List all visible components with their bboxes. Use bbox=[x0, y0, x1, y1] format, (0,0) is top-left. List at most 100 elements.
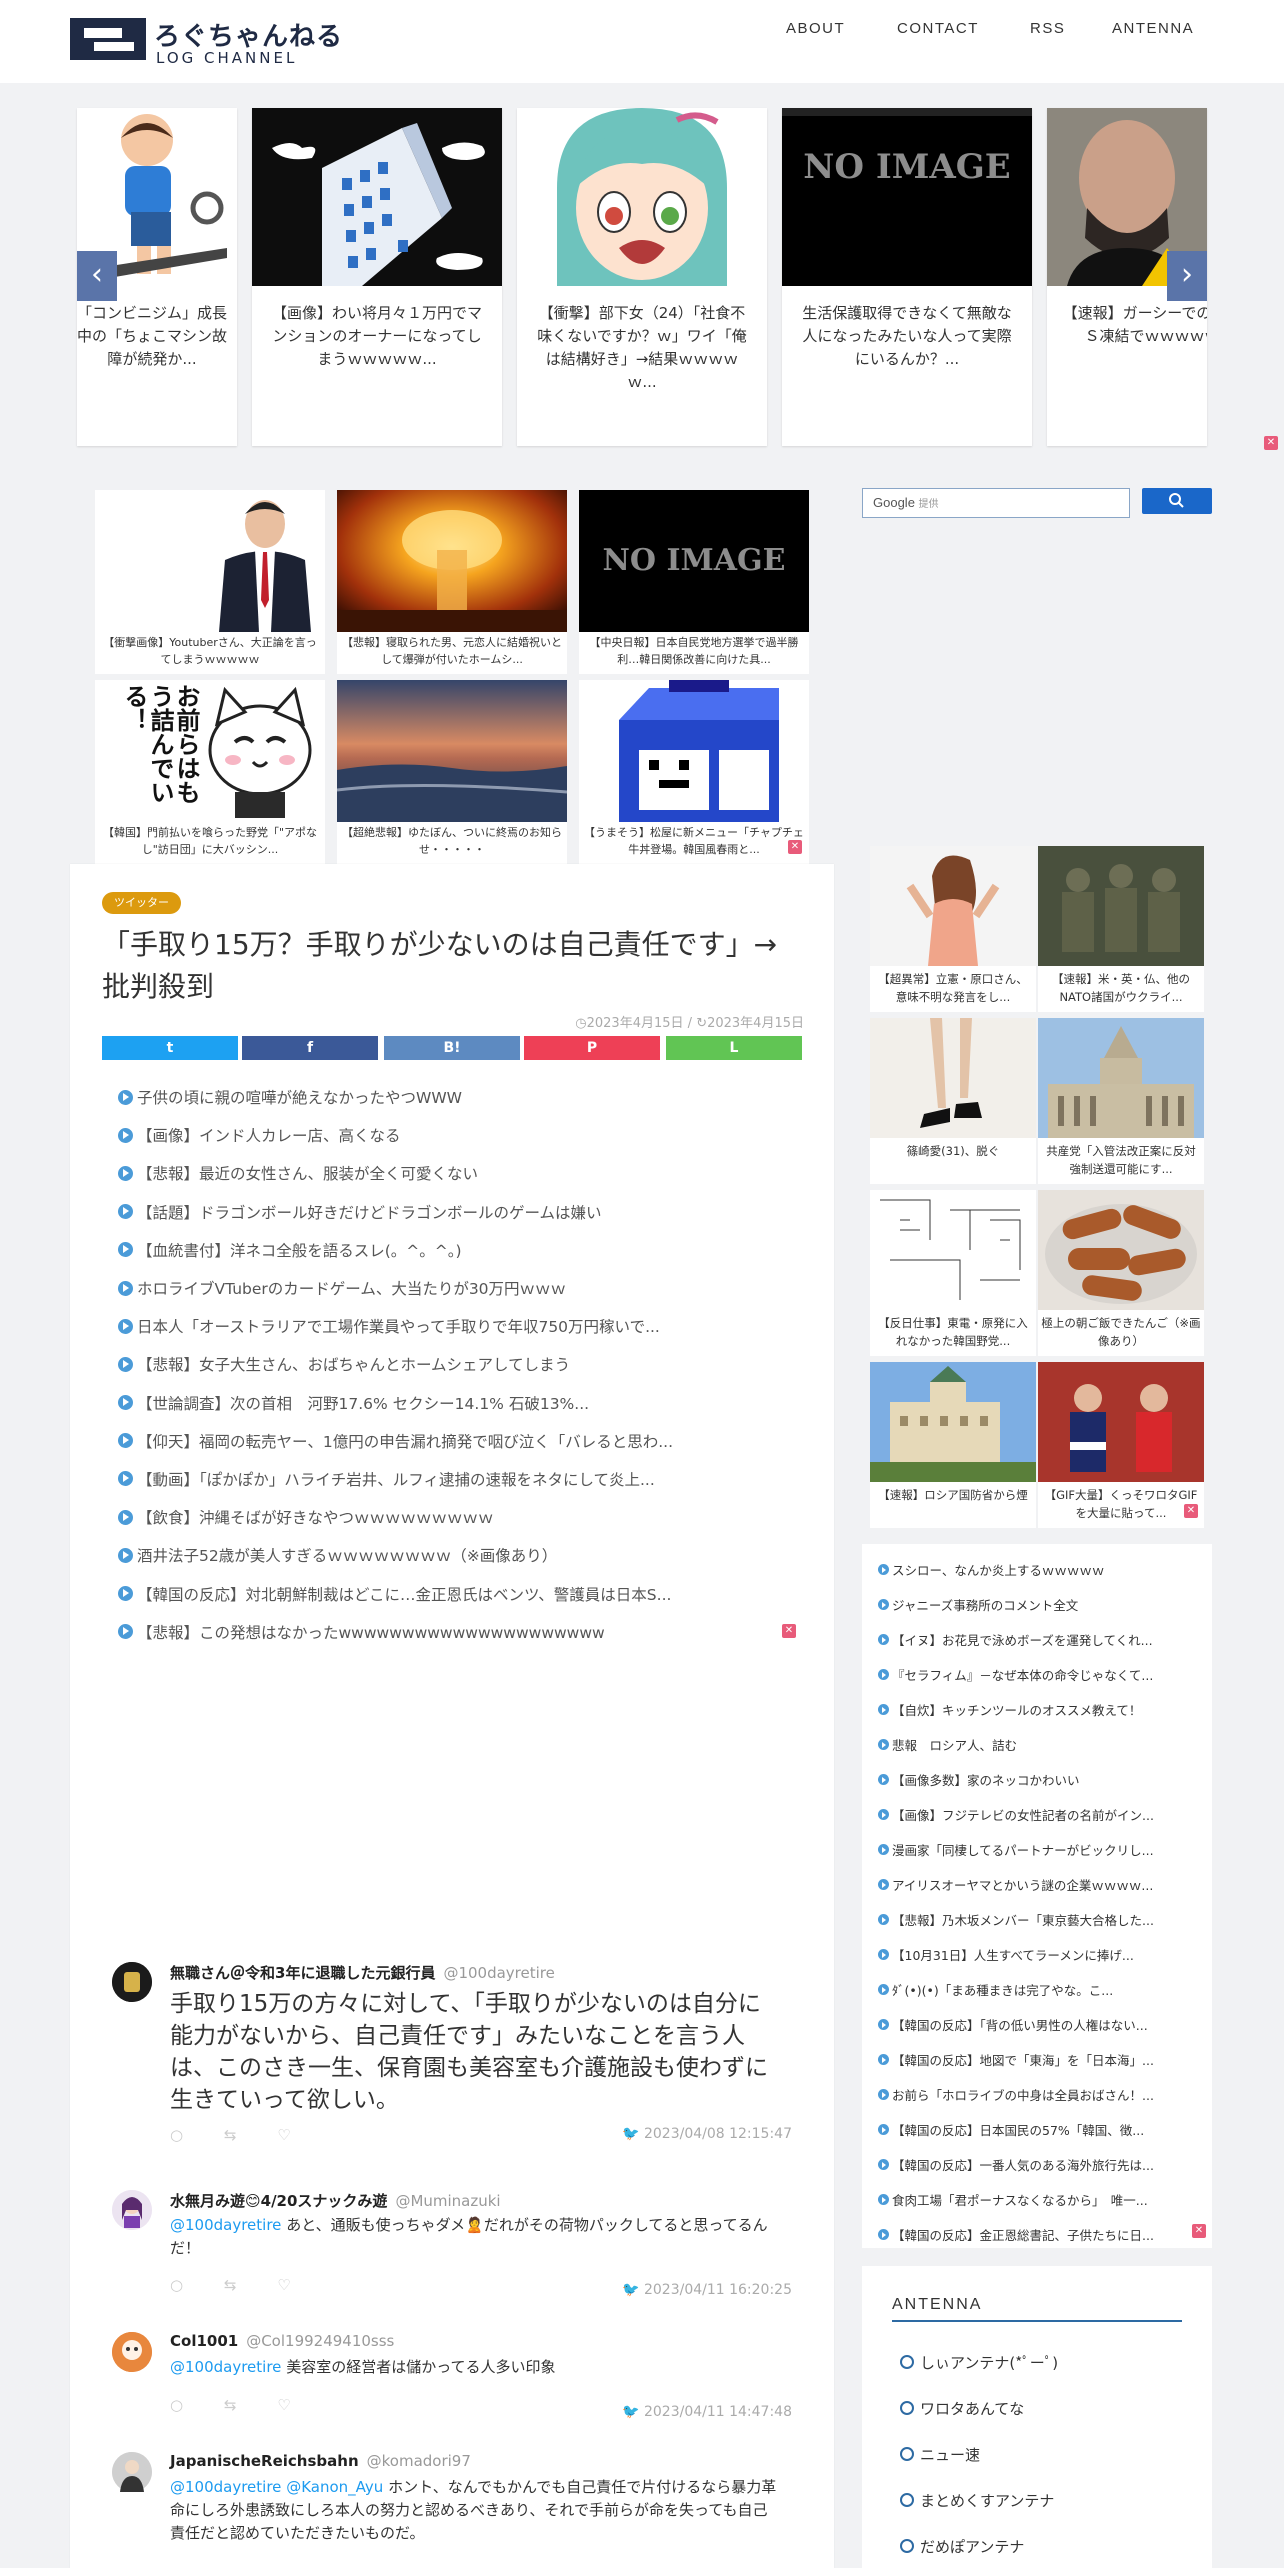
antenna-link[interactable]: ワロタあんてな bbox=[900, 2398, 1024, 2419]
carousel-card[interactable]: 【画像】わい将月々１万円でマンションのオーナーになってしまうｗｗｗｗｗ... bbox=[252, 108, 502, 446]
sidebar-link[interactable]: 【自炊】キッチンツールのオススメ教えて！ bbox=[862, 1692, 1212, 1727]
nav-antenna[interactable]: ANTENNA bbox=[1112, 20, 1194, 37]
share-twitter-button[interactable]: t bbox=[102, 1036, 238, 1060]
sidebar-link[interactable]: 【10月31日】人生すべてラーメンに捧げ... bbox=[862, 1937, 1212, 1972]
related-article-link[interactable]: 【動画】「ぽかぽか」ハライチ岩井、ルフィ逮捕の速報をネタにして炎上... bbox=[118, 1460, 768, 1498]
sidebar-link[interactable]: アイリスオーヤマとかいう謎の企業ｗｗｗｗ... bbox=[862, 1867, 1212, 1902]
antenna-link[interactable]: まとめくすアンテナ bbox=[900, 2490, 1054, 2511]
tweet-date[interactable]: 🐦 2023/04/11 14:47:48 bbox=[622, 2404, 792, 2420]
tweet-date[interactable]: 🐦 2023/04/08 12:15:47 bbox=[622, 2126, 792, 2142]
nav-contact[interactable]: CONTACT bbox=[897, 20, 979, 37]
author-handle: @komadori97 bbox=[366, 2452, 471, 2470]
sidebar-card[interactable]: 篠崎愛(31)、脱ぐ bbox=[870, 1018, 1036, 1184]
sidebar-link[interactable]: 【韓国の反応】地図で「東海」を「日本海」... bbox=[862, 2042, 1212, 2077]
avatar[interactable] bbox=[112, 1962, 152, 2002]
tweet-mention[interactable]: @Kanon_Ayu bbox=[286, 2478, 383, 2496]
nav-rss[interactable]: RSS bbox=[1030, 20, 1065, 37]
related-article-link[interactable]: 【血統書付】洋ネコ全般を語るスレ(。^。^。) bbox=[118, 1231, 768, 1269]
carousel-prev-button[interactable]: ‹ bbox=[77, 251, 117, 301]
sidebar-link[interactable]: 『セラフィム』－なぜ本体の命令じゃなくて... bbox=[862, 1657, 1212, 1692]
sidebar-link[interactable]: 【韓国の反応】「背の低い男性の人権はない... bbox=[862, 2007, 1212, 2042]
related-article-link[interactable]: 【飲食】沖縄そばが好きなやつｗｗｗｗｗｗｗｗｗ bbox=[118, 1498, 768, 1536]
related-article-link[interactable]: 【話題】ドラゴンボール好きだけどドラゴンボールのゲームは嫌い bbox=[118, 1193, 768, 1231]
tweet-date[interactable]: 🐦 2023/04/11 16:20:25 bbox=[622, 2282, 792, 2298]
avatar[interactable] bbox=[112, 2190, 152, 2230]
sidebar-link[interactable]: 悲報 ロシア人、詰む bbox=[862, 1727, 1212, 1762]
related-article-link[interactable]: 【悲報】女子大生さん、おばちゃんとホームシェアしてしまう bbox=[118, 1345, 768, 1383]
grid-card[interactable]: 【超絶悲報】ゆたぼん、ついに終焉のお知らせ・・・・・ bbox=[337, 680, 567, 864]
sidebar-link[interactable]: 食肉工場「君ポーナスなくなるから」 唯一... bbox=[862, 2182, 1212, 2217]
sidebar-link[interactable]: お前ら「ホロライブの中身は全員おばさん！... bbox=[862, 2077, 1212, 2112]
antenna-link[interactable]: しぃアンテナ(*ﾟーﾟ) bbox=[900, 2352, 1058, 2373]
antenna-link[interactable]: ニュー速 bbox=[900, 2444, 980, 2465]
sidebar-link[interactable]: スシロー、なんか炎上するｗｗｗｗｗ bbox=[862, 1552, 1212, 1587]
ad-info-icon[interactable]: ✕ bbox=[788, 840, 802, 854]
tweet-actions[interactable]: ○ ⇆ ♡ bbox=[170, 2276, 309, 2294]
grid-card[interactable]: お前らはもう詰んでいる！ 【韓国】門前払いを喰らった野党「"アポなし"訪日団」に… bbox=[95, 680, 325, 864]
related-article-link[interactable]: 【悲報】この発想はなかったwwwwwwwwwwwwwwwwwwwww bbox=[118, 1613, 768, 1651]
tweet-mention[interactable]: @100dayretire bbox=[170, 2216, 281, 2234]
related-article-link[interactable]: ホロライブVTuberのカードゲーム、大当たりが30万円ｗｗｗ bbox=[118, 1269, 768, 1307]
avatar[interactable] bbox=[112, 2452, 152, 2492]
grid-card[interactable]: 【うまそう】松屋に新メニュー「チャプチェ牛丼登場。韓国風春雨と... bbox=[579, 680, 809, 864]
grid-card[interactable]: 【衝撃画像】Youtuberさん、大正論を言ってしまうｗｗｗｗｗ bbox=[95, 490, 325, 674]
share-pocket-button[interactable]: P bbox=[524, 1036, 660, 1060]
related-article-link[interactable]: 【世論調査】次の首相 河野17.6% セクシー14.1% 石破13%... bbox=[118, 1384, 768, 1422]
card-thumbnail bbox=[1038, 1362, 1204, 1482]
sidebar-link[interactable]: 【韓国の反応】一番人気のある海外旅行先は... bbox=[862, 2147, 1212, 2182]
nav-about[interactable]: ABOUT bbox=[786, 20, 845, 37]
tweet-author[interactable]: 無職さん＠令和3年に退職した元銀行員 @100dayretire bbox=[170, 1962, 555, 1983]
sidebar-card[interactable]: 【速報】米・英・仏、他のNATO諸国がウクライ... bbox=[1038, 846, 1204, 1012]
avatar[interactable] bbox=[112, 2332, 152, 2372]
related-article-link[interactable]: 【画像】インド人カレー店、高くなる bbox=[118, 1116, 768, 1154]
tweet-author[interactable]: 水無月み遊😊4/20スナックみ遊 @Muminazuki bbox=[170, 2190, 501, 2211]
ad-info-icon[interactable]: ✕ bbox=[1184, 1504, 1198, 1518]
tweet-mention[interactable]: @100dayretire bbox=[170, 2478, 281, 2496]
sidebar-link[interactable]: 【イヌ】お花見で泳めボーズを運発してくれ... bbox=[862, 1622, 1212, 1657]
tweet-actions[interactable]: ○ ⇆ ♡ bbox=[170, 2396, 309, 2414]
sidebar-link[interactable]: 【韓国の反応】金正恩総書記、子供たちに日... bbox=[862, 2217, 1212, 2252]
antenna-link[interactable]: だめぽアンテナ bbox=[900, 2536, 1024, 2557]
share-hatena-button[interactable]: B! bbox=[384, 1036, 520, 1060]
sidebar-link[interactable]: 漫画家「同棲してるパートナーがビックリし... bbox=[862, 1832, 1212, 1867]
related-article-link[interactable]: 酒井法子52歳が美人すぎるｗｗｗｗｗｗｗｗ（※画像あり） bbox=[118, 1536, 768, 1574]
related-article-link[interactable]: 【韓国の反応】対北朝鮮制裁はどこに…金正恩氏はベンツ、警護員は日本S... bbox=[118, 1574, 768, 1612]
related-article-link[interactable]: 【悲報】最近の女性さん、服装が全く可愛くない bbox=[118, 1154, 768, 1192]
related-article-link[interactable]: 日本人「オーストラリアで工場作業員やって手取りで年収750万円稼いで... bbox=[118, 1307, 768, 1345]
sidebar-card[interactable]: 【速報】ロシア国防省から煙 bbox=[870, 1362, 1036, 1528]
tweet-actions[interactable]: ○ ⇆ ♡ bbox=[170, 2126, 309, 2144]
ad-info-icon[interactable]: ✕ bbox=[782, 1624, 796, 1638]
sidebar-link[interactable]: 【画像多数】家のネッコかわいい bbox=[862, 1762, 1212, 1797]
ad-info-icon[interactable]: ✕ bbox=[1264, 436, 1278, 450]
google-search-input[interactable]: Google 提供 bbox=[862, 488, 1130, 518]
site-logo[interactable]: ろぐちゃんねる LOG CHANNEL bbox=[70, 16, 342, 67]
share-line-button[interactable]: L bbox=[666, 1036, 802, 1060]
tweet-mention[interactable]: @100dayretire bbox=[170, 2358, 281, 2376]
sidebar-link[interactable]: ジャニーズ事務所のコメント全文 bbox=[862, 1587, 1212, 1622]
category-badge[interactable]: ツイッター bbox=[102, 892, 181, 914]
sidebar-card[interactable]: 【超異常】立憲・原口さん、意味不明な発言をし... bbox=[870, 846, 1036, 1012]
carousel-card[interactable]: NO IMAGE 生活保護取得できなくて無敵な人になったみたいな人って実際にいる… bbox=[782, 108, 1032, 446]
sidebar-link[interactable]: 【悲報】乃木坂メンバー「東京藝大合格した... bbox=[862, 1902, 1212, 1937]
grid-card[interactable]: NO IMAGE 【中央日報】日本自民党地方選挙で過半勝利…韓日関係改善に向けた… bbox=[579, 490, 809, 674]
sidebar-link[interactable]: ﾀﾞ(•)(•)「まあ種まきは完了やな。こ... bbox=[862, 1972, 1212, 2007]
sidebar-link-text: 【悲報】乃木坂メンバー「東京藝大合格した... bbox=[892, 1913, 1154, 1928]
tweet-author[interactable]: JapanischeReichsbahn @komadori97 bbox=[170, 2452, 471, 2470]
sidebar-link[interactable]: 【韓国の反応】日本国民の57%「韓国、徴... bbox=[862, 2112, 1212, 2147]
carousel-next-button[interactable]: › bbox=[1167, 251, 1207, 301]
sidebar-card[interactable]: 極上の朝ご飯できたんご（※画像あり） bbox=[1038, 1190, 1204, 1356]
sidebar-card[interactable]: 共産党「入管法改正案に反対 強制送還可能にす... bbox=[1038, 1018, 1204, 1184]
share-facebook-button[interactable]: f bbox=[242, 1036, 378, 1060]
related-article-link[interactable]: 【仰天】福岡の転売ヤー、1億円の申告漏れ摘発で咽び泣く「バレると思わ... bbox=[118, 1422, 768, 1460]
search-button[interactable] bbox=[1142, 488, 1212, 514]
sidebar-card[interactable]: 【反日仕事】東電・原発に入れなかった韓国野党... bbox=[870, 1190, 1036, 1356]
sidebar-link[interactable]: 【画像】フジテレビの女性記者の名前がイン... bbox=[862, 1797, 1212, 1832]
tweet-author[interactable]: Col1001 @Col199249410sss bbox=[170, 2332, 394, 2350]
sidebar-card[interactable]: 【GIF大量】くっそワロタGIFを大量に貼って... bbox=[1038, 1362, 1204, 1528]
arrow-bullet-icon bbox=[878, 2124, 889, 2135]
related-article-link[interactable]: 子供の頃に親の喧嘩が絶えなかったやつWWW bbox=[118, 1078, 768, 1116]
author-handle: @100dayretire bbox=[443, 1964, 555, 1982]
carousel-card[interactable]: 【衝撃】部下女（24）「社食不味くないですか？ｗ」ワイ「俺は結構好き」→結果ｗｗ… bbox=[517, 108, 767, 446]
grid-card[interactable]: 【悲報】寝取られた男、元恋人に結婚祝いとして爆弾が付いたホームシ... bbox=[337, 490, 567, 674]
ad-info-icon[interactable]: ✕ bbox=[1192, 2224, 1206, 2238]
